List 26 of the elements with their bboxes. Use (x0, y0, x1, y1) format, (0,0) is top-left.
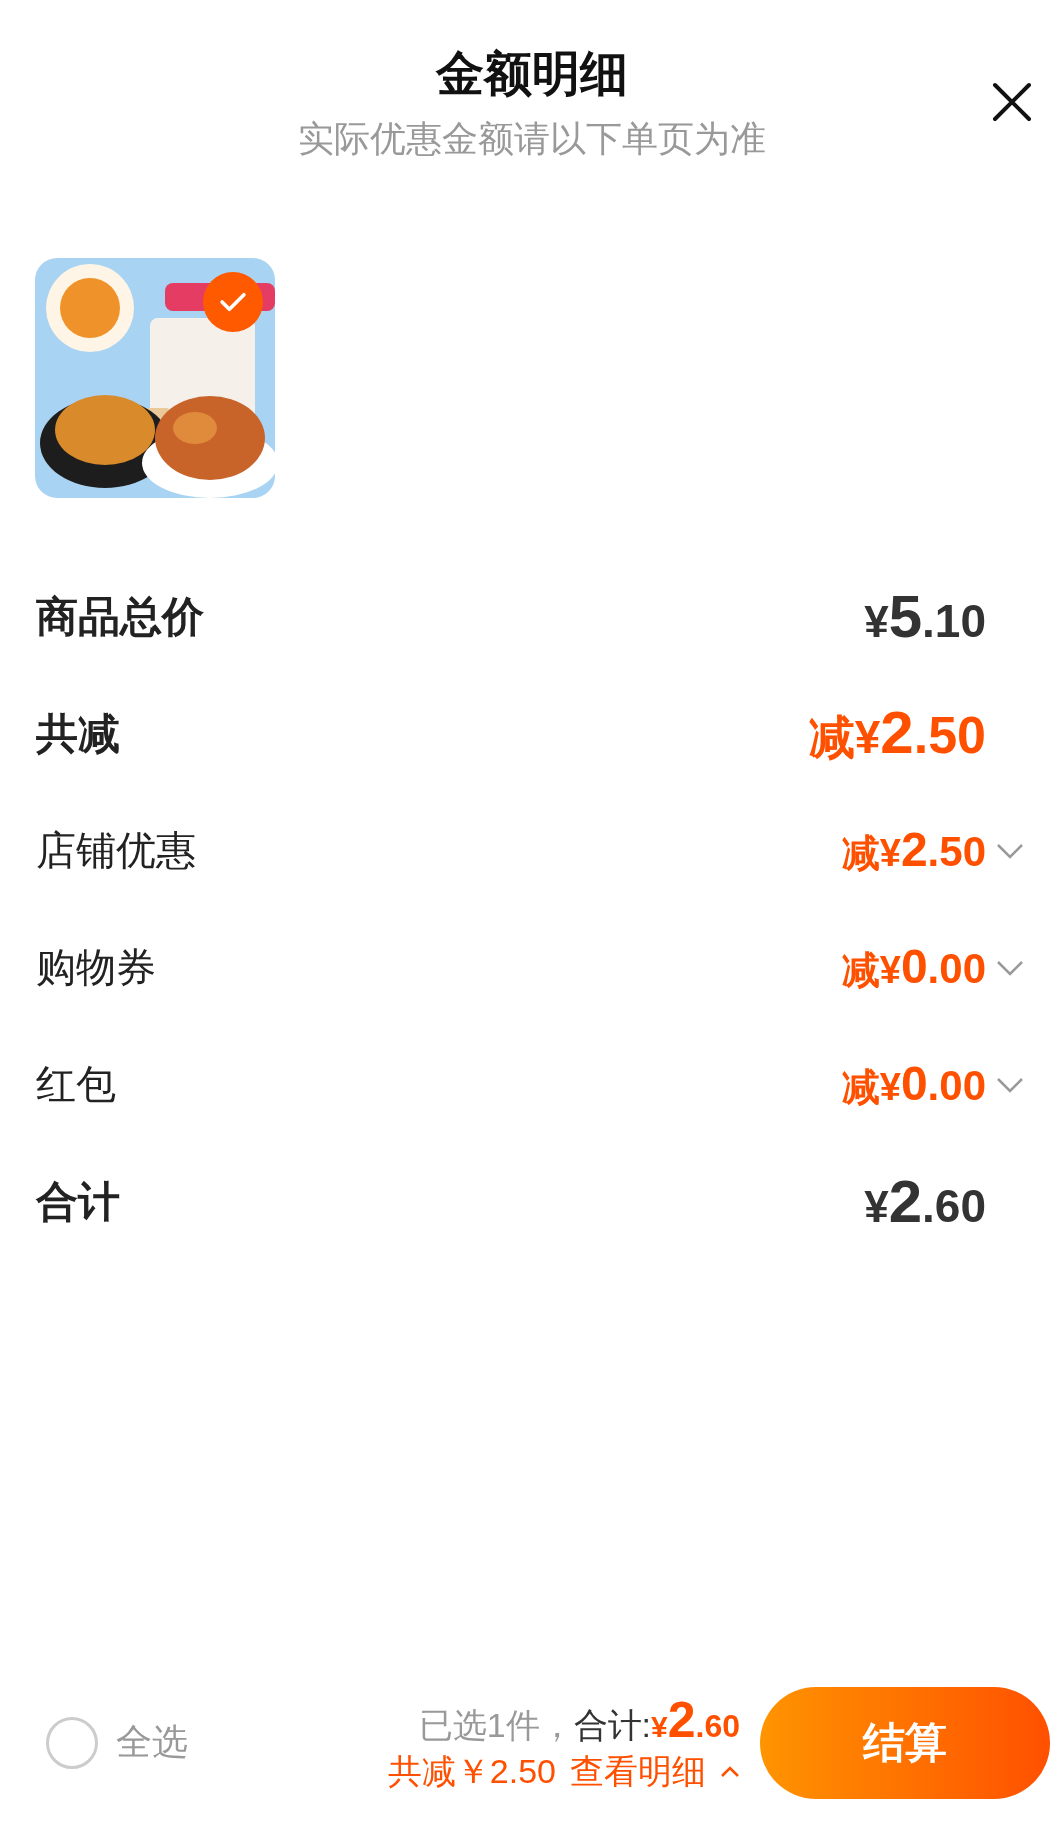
savings-text: 共减￥2.50 (387, 1750, 556, 1792)
total-summary: 已选1件，合计:¥2.60 (418, 1690, 740, 1749)
row-label: 店铺优惠 (36, 827, 196, 874)
row-label: 合计 (36, 1176, 120, 1227)
row-label: 商品总价 (36, 591, 204, 642)
view-details-link[interactable]: 查看明细 (570, 1748, 706, 1795)
price: 减¥2.50 (841, 822, 986, 878)
dialog-title: 金额明细 (436, 46, 628, 102)
row-label: 红包 (36, 1061, 116, 1108)
chevron-icon[interactable] (996, 842, 1024, 859)
checkout-button[interactable]: 结算 (760, 1686, 1050, 1799)
close-icon[interactable] (992, 82, 1032, 122)
caret-icon[interactable] (720, 1765, 740, 1778)
price: 减¥0.00 (841, 1056, 986, 1112)
price: 减¥2.50 (808, 698, 986, 768)
select-all-label[interactable]: 全选 (116, 1718, 188, 1767)
chevron-icon[interactable] (996, 959, 1024, 976)
row-label: 购物券 (36, 944, 156, 991)
price: ¥2.60 (864, 1167, 986, 1236)
dialog-subtitle: 实际优惠金额请以下单页为准 (298, 117, 766, 161)
price: 减¥0.00 (841, 939, 986, 995)
select-all-radio[interactable] (46, 1716, 98, 1769)
price: ¥5.10 (864, 582, 986, 651)
check-icon (219, 292, 247, 312)
chevron-icon[interactable] (996, 1076, 1024, 1093)
row-label: 共减 (36, 708, 120, 759)
